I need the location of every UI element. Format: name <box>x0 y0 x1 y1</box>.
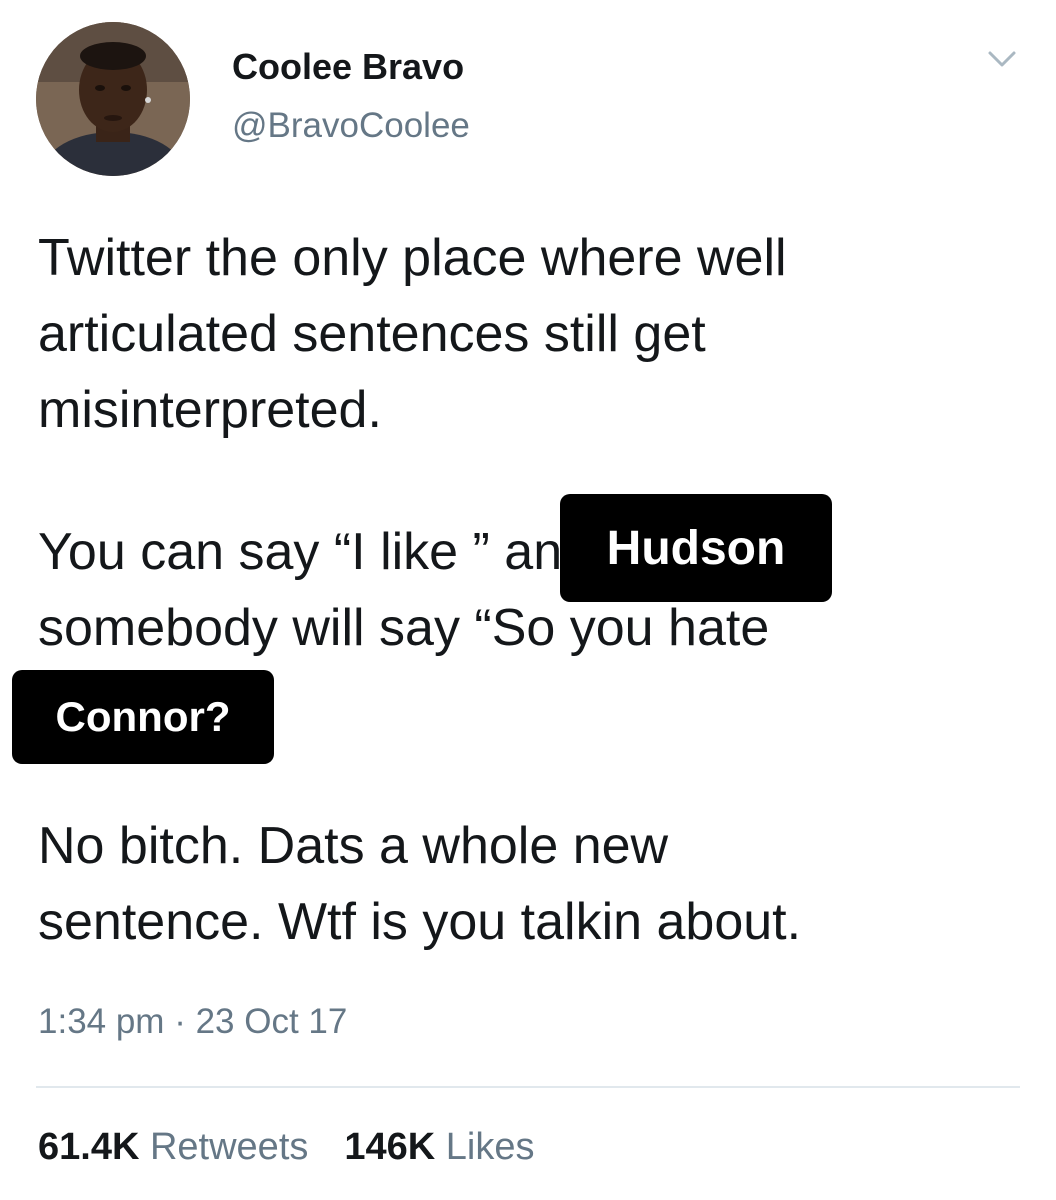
chevron-down-icon[interactable] <box>984 44 1020 74</box>
tweet-line: articulated sentences still get <box>38 305 706 363</box>
tweet-paragraph-3: No bitch. Dats a whole new sentence. Wtf… <box>38 808 801 960</box>
retweets-count: 61.4K <box>38 1126 140 1168</box>
likes-label: Likes <box>445 1126 535 1168</box>
divider <box>36 1086 1020 1088</box>
retweets-label: Retweets <box>149 1126 309 1168</box>
author-handle[interactable]: @BravoCoolee <box>232 106 470 146</box>
likes-count: 146K <box>344 1126 436 1168</box>
likes-stat[interactable]: 146K Likes <box>344 1126 534 1168</box>
author-display-name[interactable]: Coolee Bravo <box>232 46 464 88</box>
user-avatar-photo <box>36 22 190 176</box>
overlay-label-hudson: Hudson <box>560 494 832 602</box>
tweet-line: Twitter the only place where well <box>38 229 787 287</box>
tweet-line: No bitch. Dats a whole new <box>38 817 669 875</box>
tweet-timestamp[interactable]: 1:34 pm · 23 Oct 17 <box>38 1002 347 1042</box>
retweets-stat[interactable]: 61.4K Retweets <box>38 1126 308 1168</box>
tweet-line: sentence. Wtf is you talkin about. <box>38 893 802 951</box>
tweet-paragraph-1: Twitter the only place where well articu… <box>38 220 787 448</box>
tweet-line: misinterpreted. <box>38 381 382 439</box>
tweet-stats: 61.4K Retweets 146K Likes <box>38 1126 571 1169</box>
avatar[interactable] <box>36 22 190 176</box>
overlay-label-connor: Connor? <box>12 670 274 764</box>
